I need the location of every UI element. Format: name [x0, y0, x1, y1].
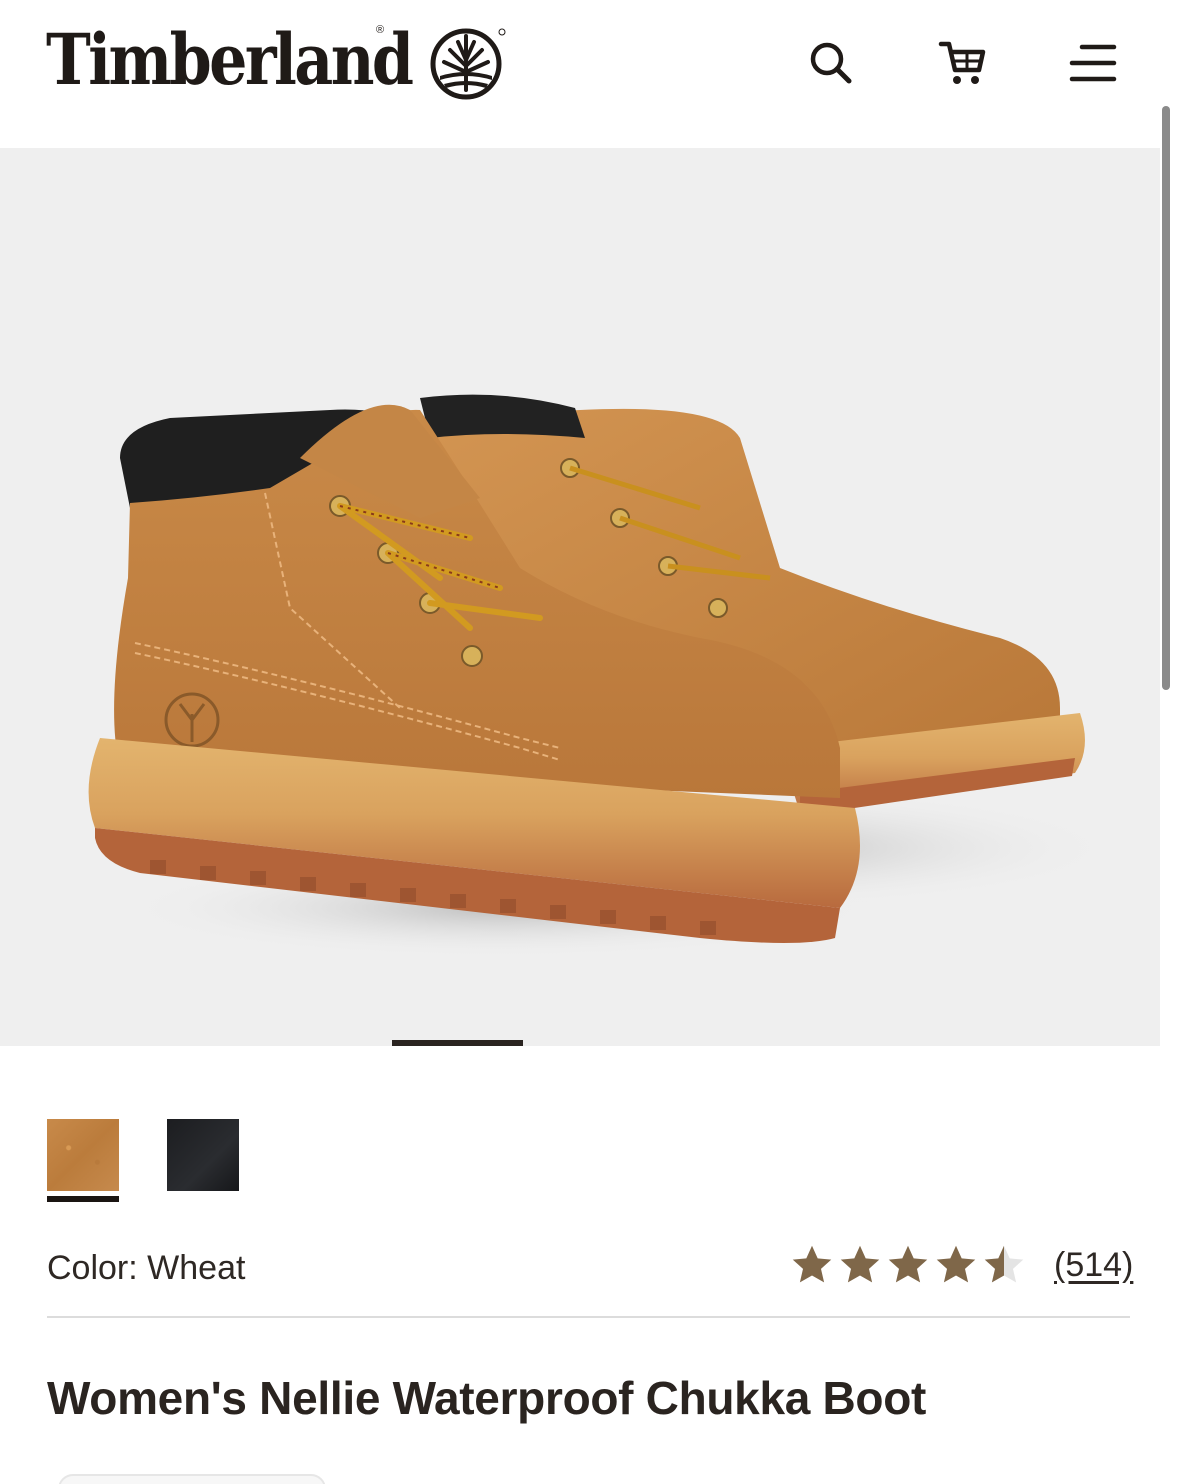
product-page: Timberland ® Color: Wheat (514) Women's … [0, 0, 1178, 1484]
product-title: Women's Nellie Waterproof Chukka Boot [47, 1372, 927, 1424]
star-icon [888, 1245, 928, 1283]
menu-icon [1069, 44, 1117, 82]
swatch-black[interactable] [167, 1119, 239, 1191]
site-header: Timberland ® [0, 0, 1178, 148]
swatch-wheat[interactable] [47, 1119, 119, 1191]
carousel-active-indicator[interactable] [392, 1040, 523, 1046]
half-star-icon [984, 1245, 1024, 1283]
star-rating [790, 1243, 1026, 1287]
review-count-link[interactable]: (514) [1054, 1246, 1133, 1285]
star-icon [936, 1245, 976, 1283]
registered-mark: ® [376, 24, 385, 36]
boot-product-image [88, 394, 1120, 958]
product-image-gallery[interactable] [0, 148, 1160, 1046]
brand-wordmark: Timberland [46, 18, 414, 101]
tree-logo-icon [430, 28, 506, 100]
selected-color: Color: Wheat [47, 1246, 245, 1290]
star-icon [840, 1245, 880, 1283]
color-label: Color: [47, 1249, 138, 1287]
menu-button[interactable] [1064, 34, 1122, 92]
product-rating[interactable]: (514) [790, 1240, 1133, 1290]
search-button[interactable] [802, 34, 860, 92]
partial-chip[interactable] [58, 1474, 326, 1484]
cart-button[interactable] [933, 34, 991, 92]
page-scrollbar[interactable] [1162, 106, 1170, 690]
star-icon [792, 1245, 832, 1283]
selected-swatch-underline [47, 1196, 119, 1202]
brand-logo[interactable]: Timberland ® [46, 18, 506, 102]
color-value: Wheat [147, 1249, 246, 1287]
cart-icon [938, 41, 986, 84]
section-divider [47, 1316, 1130, 1318]
search-icon [810, 42, 852, 84]
